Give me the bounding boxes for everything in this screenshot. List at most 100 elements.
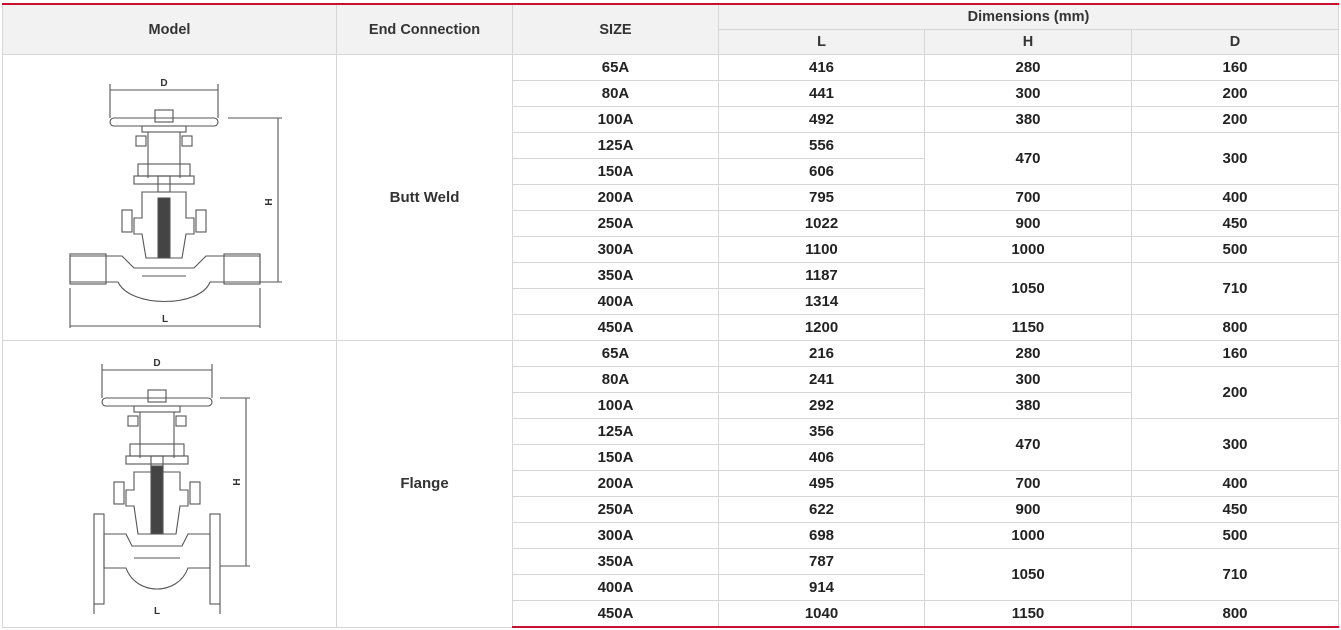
cell-size: 65A [512, 54, 719, 81]
dimension-label-L: L [153, 606, 159, 614]
cell-H: 1000 [924, 236, 1132, 263]
cell-H: 300 [924, 366, 1132, 393]
cell-L: 492 [718, 106, 925, 133]
cell-L: 787 [718, 548, 925, 575]
cell-D: 450 [1131, 210, 1339, 237]
dimension-label-H: H [264, 198, 275, 205]
cell-L: 1187 [718, 262, 925, 289]
cell-D: 800 [1131, 314, 1339, 341]
cell-size: 65A [512, 340, 719, 367]
cell-H: 280 [924, 54, 1132, 81]
header-dimensions: Dimensions (mm) [718, 3, 1339, 30]
cell-H: 900 [924, 210, 1132, 237]
cell-L: 1022 [718, 210, 925, 237]
cell-D: 200 [1131, 366, 1339, 419]
cell-D: 400 [1131, 184, 1339, 211]
cell-L: 698 [718, 522, 925, 549]
header-L: L [718, 29, 925, 55]
table-row: D H L Flange 65A 216 280 160 [2, 340, 1339, 628]
cell-D: 200 [1131, 106, 1339, 133]
cell-size: 400A [512, 574, 719, 601]
cell-L: 292 [718, 392, 925, 419]
cell-size: 80A [512, 80, 719, 107]
cell-L: 1040 [718, 600, 925, 628]
dimension-label-L: L [161, 314, 167, 325]
cell-H: 1150 [924, 314, 1132, 341]
cell-L: 216 [718, 340, 925, 367]
cell-size: 350A [512, 262, 719, 289]
valve-dimension-table: Model End Connection SIZE Dimensions (mm… [2, 3, 1339, 628]
cell-D: 500 [1131, 236, 1339, 263]
cell-D: 710 [1131, 262, 1339, 315]
cell-D: 160 [1131, 54, 1339, 81]
cell-L: 1100 [718, 236, 925, 263]
cell-size: 100A [512, 106, 719, 133]
cell-H: 280 [924, 340, 1132, 367]
cell-D: 450 [1131, 496, 1339, 523]
header-end-connection: End Connection [336, 3, 513, 55]
header-model: Model [2, 3, 337, 55]
cell-H: 470 [924, 418, 1132, 471]
butt-weld-globe-valve-diagram: D H L [68, 78, 282, 328]
table-row: D H L Butt Weld 65A 416 280 160 [2, 54, 1339, 341]
cell-D: 500 [1131, 522, 1339, 549]
cell-H: 1050 [924, 262, 1132, 315]
header-D: D [1131, 29, 1339, 55]
cell-size: 250A [512, 496, 719, 523]
dimension-label-D: D [153, 358, 160, 369]
cell-H: 380 [924, 392, 1132, 419]
cell-size: 80A [512, 366, 719, 393]
dimension-label-D: D [160, 78, 167, 89]
header-size: SIZE [512, 3, 719, 55]
cell-size: 150A [512, 158, 719, 185]
end-connection-flange: Flange [336, 340, 513, 628]
cell-L: 914 [718, 574, 925, 601]
cell-H: 900 [924, 496, 1132, 523]
cell-D: 710 [1131, 548, 1339, 601]
cell-D: 300 [1131, 418, 1339, 471]
cell-size: 350A [512, 548, 719, 575]
cell-L: 795 [718, 184, 925, 211]
flange-valve-drawing: D H L [2, 340, 337, 628]
cell-size: 450A [512, 600, 719, 628]
cell-H: 700 [924, 184, 1132, 211]
cell-D: 300 [1131, 132, 1339, 185]
spec-sheet: Model End Connection SIZE Dimensions (mm… [0, 0, 1341, 630]
cell-H: 1150 [924, 600, 1132, 628]
header-H: H [924, 29, 1132, 55]
cell-D: 160 [1131, 340, 1339, 367]
cell-size: 400A [512, 288, 719, 315]
cell-L: 1200 [718, 314, 925, 341]
end-connection-butt-weld: Butt Weld [336, 54, 513, 341]
cell-size: 200A [512, 184, 719, 211]
butt-weld-valve-drawing: D H L [2, 54, 337, 341]
cell-size: 250A [512, 210, 719, 237]
cell-D: 400 [1131, 470, 1339, 497]
cell-L: 356 [718, 418, 925, 445]
cell-size: 200A [512, 470, 719, 497]
cell-D: 200 [1131, 80, 1339, 107]
cell-size: 150A [512, 444, 719, 471]
cell-H: 470 [924, 132, 1132, 185]
cell-size: 125A [512, 418, 719, 445]
cell-size: 300A [512, 522, 719, 549]
cell-H: 380 [924, 106, 1132, 133]
cell-L: 495 [718, 470, 925, 497]
cell-L: 556 [718, 132, 925, 159]
cell-size: 300A [512, 236, 719, 263]
cell-H: 1000 [924, 522, 1132, 549]
cell-L: 622 [718, 496, 925, 523]
cell-L: 441 [718, 80, 925, 107]
cell-H: 300 [924, 80, 1132, 107]
flange-globe-valve-diagram: D H L [92, 358, 250, 614]
cell-L: 241 [718, 366, 925, 393]
cell-L: 606 [718, 158, 925, 185]
cell-L: 416 [718, 54, 925, 81]
cell-L: 406 [718, 444, 925, 471]
cell-size: 100A [512, 392, 719, 419]
cell-H: 1050 [924, 548, 1132, 601]
cell-size: 125A [512, 132, 719, 159]
cell-L: 1314 [718, 288, 925, 315]
cell-H: 700 [924, 470, 1132, 497]
cell-D: 800 [1131, 600, 1339, 628]
